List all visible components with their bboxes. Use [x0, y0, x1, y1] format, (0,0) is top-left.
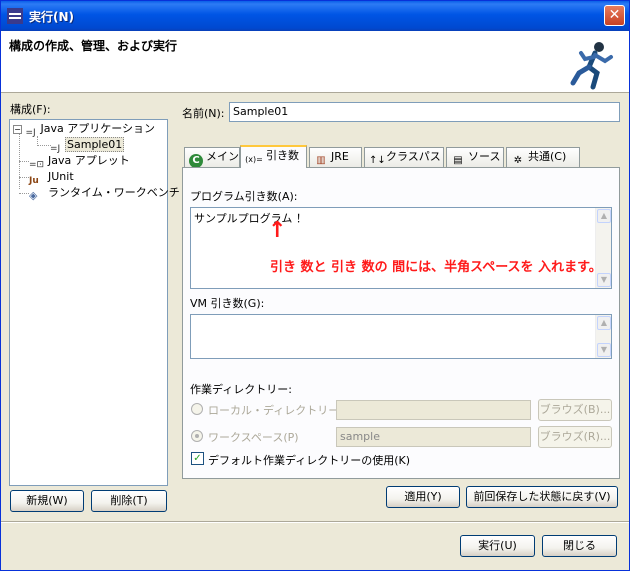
- vm-args-scrollbar[interactable]: ▲ ▼: [595, 315, 611, 358]
- program-args-label: プログラム引き数(A):: [190, 190, 298, 203]
- tree-item-sample01[interactable]: =J Sample01: [50, 137, 125, 154]
- scroll-down-icon[interactable]: ▼: [597, 343, 611, 357]
- scroll-up-icon[interactable]: ▲: [597, 316, 611, 330]
- eclipse-icon: [7, 8, 23, 24]
- tab-source[interactable]: ▤ ソース: [446, 147, 504, 167]
- browse-workspace-button[interactable]: ブラウズ(R)...: [538, 426, 612, 448]
- runner-icon: [570, 42, 613, 90]
- tab-arguments[interactable]: (x)= 引き数: [240, 145, 307, 168]
- program-args-scrollbar[interactable]: ▲ ▼: [595, 208, 611, 288]
- new-button[interactable]: 新規(W): [10, 490, 84, 512]
- tab-common[interactable]: ✲ 共通(C): [506, 147, 580, 167]
- dialog-heading: 構成の作成、管理、および実行: [9, 39, 178, 53]
- tree-item-runtime-workbench[interactable]: ◈ ランタイム・ワークベンチ: [29, 185, 180, 202]
- tab-jre[interactable]: ▥ JRE: [309, 147, 362, 167]
- tab-classpath[interactable]: ↑↓クラスパス: [364, 147, 444, 167]
- workspace-radio[interactable]: [191, 430, 203, 442]
- run-button[interactable]: 実行(U): [460, 535, 535, 557]
- tab-main[interactable]: C メイン: [184, 147, 240, 168]
- library-books-icon: ▥: [316, 155, 326, 166]
- tree-item-junit[interactable]: Ju JUnit: [29, 169, 74, 186]
- document-icon: ▤: [453, 155, 463, 166]
- browse-local-button[interactable]: ブラウズ(B)...: [538, 399, 612, 421]
- gear-icon: ✲: [513, 155, 523, 166]
- header-banner: 構成の作成、管理、および実行: [1, 31, 629, 93]
- classpath-icon: ↑↓: [369, 155, 386, 166]
- tree-item-java-application[interactable]: − =J Java アプリケーション: [13, 121, 155, 138]
- program-args-value: サンプルプログラム ！: [194, 212, 307, 225]
- close-button[interactable]: 閉じる: [542, 535, 617, 557]
- annotation-text: 引き 数と 引き 数の 間には、半角スペースを 入れます。: [270, 260, 602, 275]
- program-args-field[interactable]: サンプルプログラム ！ ▲ ▼: [190, 207, 612, 289]
- configuration-tree[interactable]: − =J Java アプリケーション =J Sample01 =⊡ Java アプレッ…: [9, 119, 180, 486]
- close-window-button[interactable]: ✕: [604, 5, 625, 26]
- window-title: 実行(N): [29, 10, 75, 24]
- annotation-arrow: ↑: [268, 218, 287, 243]
- java-application-icon: =J: [25, 128, 36, 138]
- name-field[interactable]: Sample01: [229, 102, 620, 122]
- arguments-icon: (x)=: [245, 155, 263, 164]
- workspace-field[interactable]: sample: [336, 427, 531, 447]
- name-label: 名前(N):: [182, 107, 225, 120]
- configurations-label: 構成(F):: [10, 103, 51, 116]
- workspace-label: ワークスペース(P): [208, 431, 299, 444]
- workbench-icon: ◈: [29, 189, 38, 202]
- default-dir-checkbox[interactable]: ✓: [191, 452, 204, 465]
- arguments-tab-panel: プログラム引き数(A): サンプルプログラム ！ ▲ ▼ ↑ 引き 数と 引き …: [182, 167, 620, 479]
- run-dialog: 実行(N) ✕ 構成の作成、管理、および実行 構成(F): − =J Java ア…: [0, 0, 630, 571]
- delete-button[interactable]: 削除(T): [91, 490, 167, 512]
- scroll-up-icon[interactable]: ▲: [597, 209, 611, 223]
- vm-args-field[interactable]: ▲ ▼: [190, 314, 612, 359]
- local-dir-radio[interactable]: [191, 403, 203, 415]
- local-dir-field[interactable]: [336, 400, 531, 420]
- apply-button[interactable]: 適用(Y): [386, 486, 460, 508]
- tree-item-java-applet[interactable]: =⊡ Java アプレット: [29, 153, 130, 170]
- vm-args-label: VM 引き数(G):: [190, 297, 265, 310]
- revert-button[interactable]: 前回保存した状態に戻す(V): [466, 486, 618, 508]
- class-c-icon: C: [189, 154, 203, 168]
- workdir-label: 作業ディレクトリー:: [190, 383, 292, 396]
- title-bar[interactable]: 実行(N) ✕: [1, 1, 629, 31]
- default-dir-label: デフォルト作業ディレクトリーの使用(K): [208, 454, 411, 467]
- collapse-icon[interactable]: −: [13, 125, 22, 134]
